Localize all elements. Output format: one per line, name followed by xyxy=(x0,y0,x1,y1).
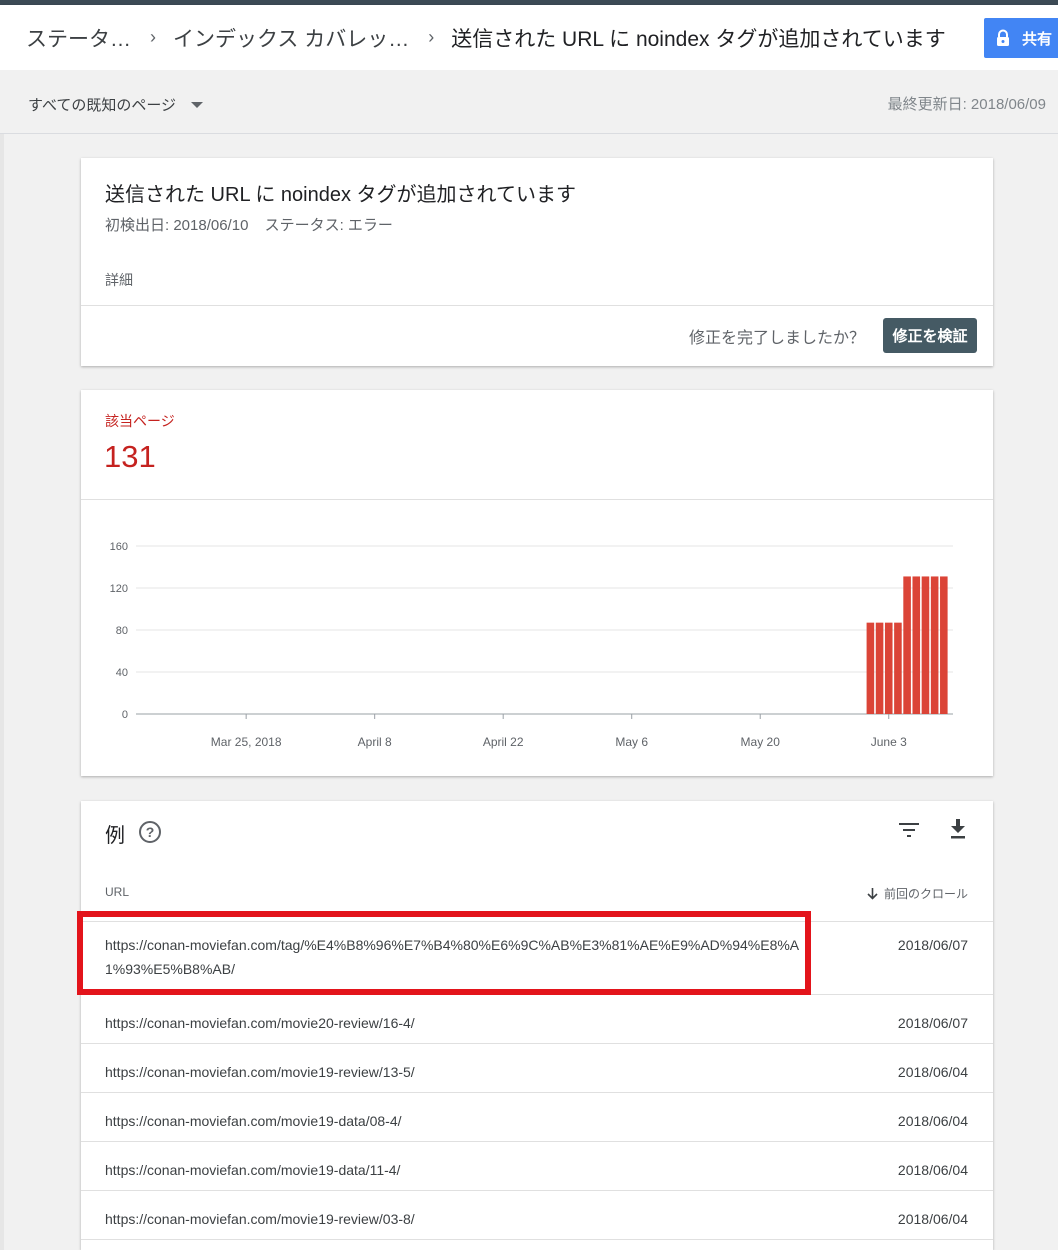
examples-card: 例 ? URL 前回のクロール https://conan-moviefan.c… xyxy=(81,801,993,1250)
table-row[interactable]: https://conan-moviefan.com/movie19-revie… xyxy=(81,1043,993,1092)
column-header-last-crawl[interactable]: 前回のクロール xyxy=(867,885,968,902)
chart-bar xyxy=(875,622,884,714)
sub-toolbar: すべての既知のページ 最終更新日: 2018/06/09 xyxy=(0,70,1058,134)
header-bar: ステータ… › インデックス カバレッ… › 送信された URL に noind… xyxy=(0,5,1058,70)
last-updated: 最終更新日: 2018/06/09 xyxy=(887,96,1046,113)
issue-status: ステータス: エラー xyxy=(264,217,393,234)
row-date: 2018/06/04 xyxy=(897,1064,968,1080)
last-crawl-label: 前回のクロール xyxy=(883,887,968,901)
page-filter-label: すべての既知のページ xyxy=(28,97,177,114)
column-header-url[interactable]: URL xyxy=(105,885,129,899)
chart-bar xyxy=(921,576,930,714)
row-url[interactable]: https://conan-moviefan.com/movie19-data/… xyxy=(105,1109,805,1133)
left-edge xyxy=(0,134,4,1250)
share-label: 共有 xyxy=(1022,30,1053,48)
row-url[interactable]: https://conan-moviefan.com/movie19-revie… xyxy=(105,1060,805,1084)
fix-question: 修正を完了しましたか？ xyxy=(688,330,865,347)
x-tick-label: May 20 xyxy=(741,735,781,749)
table-row[interactable] xyxy=(81,1239,993,1250)
y-tick-label: 80 xyxy=(116,625,128,637)
y-tick-label: 40 xyxy=(116,667,128,679)
arrow-down-icon xyxy=(867,887,878,900)
chart-bar xyxy=(940,576,948,714)
share-button[interactable]: 共有 xyxy=(984,18,1058,58)
chart-bar xyxy=(903,576,911,714)
table-row[interactable]: https://conan-moviefan.com/movie19-revie… xyxy=(81,1190,993,1239)
x-tick-label: April 8 xyxy=(358,735,392,749)
breadcrumb-index-coverage[interactable]: インデックス カバレッ… xyxy=(173,23,409,53)
row-url[interactable]: https://conan-moviefan.com/tag/%E4%B8%96… xyxy=(105,933,805,981)
x-tick-label: May 6 xyxy=(615,735,648,749)
y-tick-label: 0 xyxy=(122,709,128,721)
validate-fix-button[interactable]: 修正を検証 xyxy=(883,318,977,353)
table-row[interactable]: https://conan-moviefan.com/movie19-data/… xyxy=(81,1092,993,1141)
chart-bar xyxy=(930,576,939,714)
affected-pages-chart: 0 40 80 120 160 Mar 25, 2018 April 8 April 22 Ma… xyxy=(110,541,953,749)
help-circle-icon[interactable]: ? xyxy=(139,821,161,843)
y-tick-label: 160 xyxy=(110,541,128,553)
row-url[interactable]: https://conan-moviefan.com/movie20-revie… xyxy=(105,1011,805,1035)
table-row[interactable]: https://conan-moviefan.com/tag/%E4%B8%96… xyxy=(81,921,993,994)
chart-bar xyxy=(884,622,893,714)
row-url[interactable]: https://conan-moviefan.com/movie19-revie… xyxy=(105,1207,805,1231)
affected-pages-card: 該当ページ 131 0 40 80 120 160 Mar 25, 2018 April 8… xyxy=(81,390,993,776)
examples-title: 例 xyxy=(105,825,125,847)
examples-table: https://conan-moviefan.com/tag/%E4%B8%96… xyxy=(81,921,993,1250)
row-url[interactable]: https://conan-moviefan.com/movie19-data/… xyxy=(105,1158,805,1182)
x-tick-label: Mar 25, 2018 xyxy=(211,735,282,749)
row-date: 2018/06/07 xyxy=(897,937,968,953)
row-date: 2018/06/07 xyxy=(897,1015,968,1031)
details-link[interactable]: 詳細 xyxy=(105,270,133,290)
divider xyxy=(81,305,993,306)
page-filter-dropdown[interactable]: すべての既知のページ xyxy=(28,94,204,115)
chart-bar xyxy=(866,622,875,714)
lock-icon xyxy=(997,29,1009,46)
y-tick-label: 120 xyxy=(110,583,128,595)
chart-bar xyxy=(912,576,921,714)
row-date: 2018/06/04 xyxy=(897,1113,968,1129)
issue-title: 送信された URL に noindex タグが追加されています xyxy=(105,184,576,206)
first-detected: 初検出日: 2018/06/10 xyxy=(105,217,249,234)
filter-icon[interactable] xyxy=(899,823,919,837)
issue-meta: 初検出日: 2018/06/10 ステータス: エラー xyxy=(105,214,393,235)
download-icon[interactable] xyxy=(949,819,967,839)
caret-down-icon xyxy=(191,101,204,108)
x-tick-label: April 22 xyxy=(483,735,524,749)
issue-card: 送信された URL に noindex タグが追加されています 初検出日: 20… xyxy=(81,158,993,366)
breadcrumb-current: 送信された URL に noindex タグが追加されています xyxy=(451,27,946,51)
row-date: 2018/06/04 xyxy=(897,1162,968,1178)
table-row[interactable]: https://conan-moviefan.com/movie20-revie… xyxy=(81,994,993,1043)
x-tick-label: June 3 xyxy=(871,735,907,749)
chevron-right-icon: › xyxy=(428,27,435,47)
table-row[interactable]: https://conan-moviefan.com/movie19-data/… xyxy=(81,1141,993,1190)
chart-bar xyxy=(894,622,902,714)
row-date: 2018/06/04 xyxy=(897,1211,968,1227)
breadcrumb-status[interactable]: ステータ… xyxy=(26,23,131,53)
chevron-right-icon: › xyxy=(150,27,156,47)
